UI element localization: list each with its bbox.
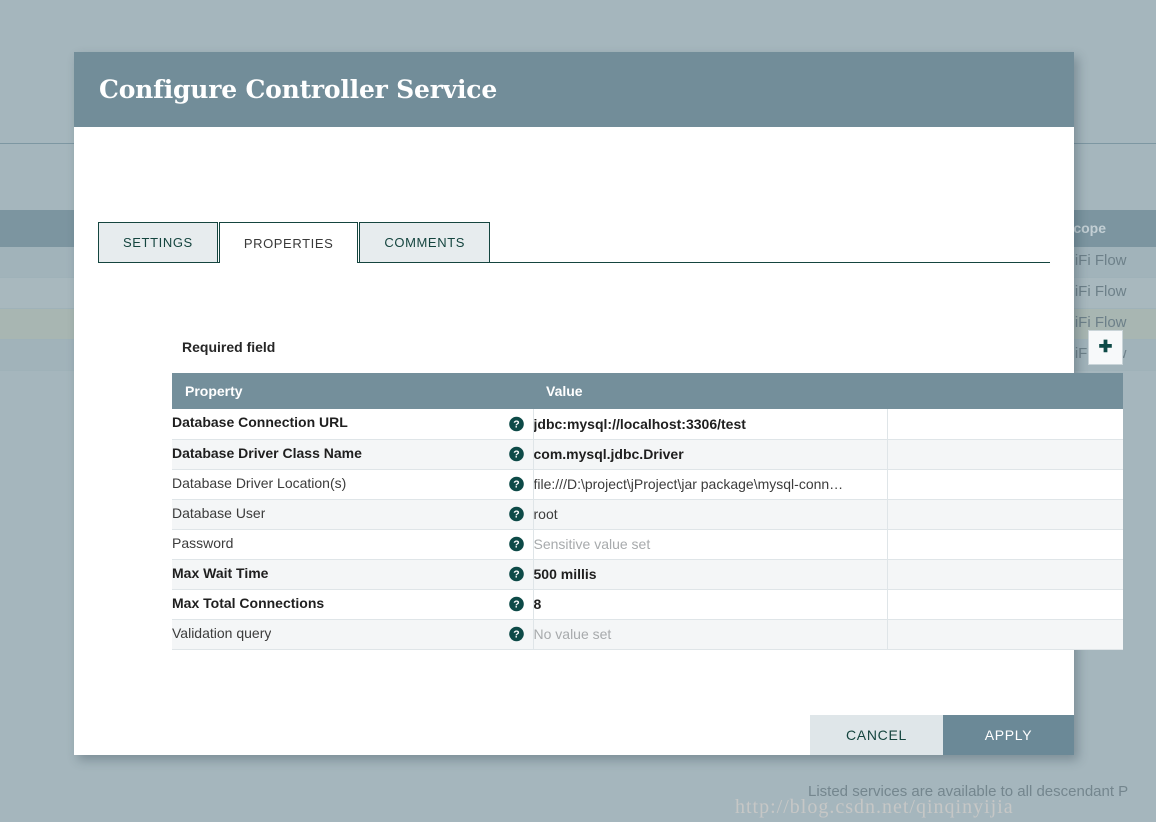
property-name: Database Connection URL [172,414,348,431]
tab-properties-label: PROPERTIES [243,235,334,251]
tab-settings-label: SETTINGS [123,235,193,250]
column-header-property: Property [172,373,533,409]
add-property-button[interactable] [1088,330,1123,365]
tab-settings[interactable]: SETTINGS [98,222,218,262]
watermark-text: http://blog.csdn.net/qinqinyijia [735,796,1014,818]
table-row[interactable]: Database User ? root [172,499,1123,530]
svg-text:?: ? [513,509,519,521]
property-name-cell[interactable]: Database Driver Location(s) ? [172,469,534,500]
table-row[interactable]: Max Total Connections ? 8 [172,589,1123,620]
table-row[interactable]: Password ? Sensitive value set [172,529,1123,560]
property-actions-cell[interactable] [887,499,1123,530]
dialog-body: SETTINGS PROPERTIES COMMENTS Required fi… [74,127,1123,755]
property-actions-cell[interactable] [887,409,1123,440]
svg-text:?: ? [513,418,519,430]
apply-button[interactable]: APPLY [943,715,1074,755]
property-actions-cell[interactable] [887,589,1123,620]
svg-text:?: ? [513,599,519,611]
property-value-cell[interactable]: jdbc:mysql://localhost:3306/test [533,409,888,440]
property-value-cell[interactable]: com.mysql.jdbc.Driver [533,439,888,470]
help-icon[interactable]: ? [508,536,524,552]
property-name-cell[interactable]: Database User ? [172,499,534,530]
properties-table: Property Value Database Connection URL ? [172,373,1123,650]
help-icon[interactable]: ? [508,626,524,642]
property-name-cell[interactable]: Max Wait Time ? [172,559,534,590]
table-row[interactable]: Validation query ? No value set [172,619,1123,650]
plus-icon [1096,338,1115,357]
properties-table-header: Property Value [172,373,1123,409]
cancel-button-label: CANCEL [846,727,907,743]
tab-comments-label: COMMENTS [384,235,466,250]
dialog-footer: CANCEL APPLY [74,715,1074,755]
dialog-title: Configure Controller Service [99,75,498,104]
property-value-cell[interactable]: No value set [533,619,888,650]
help-icon[interactable]: ? [508,566,524,582]
column-header-value: Value [533,373,887,409]
property-name-cell[interactable]: Max Total Connections ? [172,589,534,620]
property-name-cell[interactable]: Password ? [172,529,534,560]
cancel-button[interactable]: CANCEL [810,715,943,755]
property-value-cell[interactable]: file:///D:\project\jProject\jar package\… [533,469,888,500]
svg-text:?: ? [513,629,519,641]
property-name: Password [172,534,234,551]
svg-text:?: ? [513,479,519,491]
property-name: Database Driver Class Name [172,444,362,461]
property-actions-cell[interactable] [887,559,1123,590]
property-name: Validation query [172,624,272,641]
required-field-label: Required field [182,339,276,355]
svg-text:?: ? [513,539,519,551]
dialog-header: Configure Controller Service [74,52,1074,127]
help-icon[interactable]: ? [508,596,524,612]
property-name-cell[interactable]: Database Driver Class Name ? [172,439,534,470]
property-name: Database User [172,504,266,521]
svg-text:?: ? [513,449,519,461]
property-value-cell[interactable]: 500 millis [533,559,888,590]
table-row[interactable]: Database Driver Location(s) ? file:///D:… [172,469,1123,500]
property-name: Max Wait Time [172,564,269,581]
property-actions-cell[interactable] [887,469,1123,500]
property-name: Database Driver Location(s) [172,474,347,491]
properties-table-body: Database Connection URL ? jdbc:mysql://l… [172,409,1123,650]
dialog-tabs: SETTINGS PROPERTIES COMMENTS [98,222,1050,263]
property-actions-cell[interactable] [887,439,1123,470]
property-value-cell[interactable]: 8 [533,589,888,620]
table-row[interactable]: Database Driver Class Name ? com.mysql.j… [172,439,1123,470]
svg-text:?: ? [513,569,519,581]
table-row[interactable]: Max Wait Time ? 500 millis [172,559,1123,590]
column-header-actions [887,373,1123,409]
configure-controller-service-dialog: Configure Controller Service SETTINGS PR… [74,52,1123,755]
property-actions-cell[interactable] [887,529,1123,560]
properties-header-row: Property Value [172,373,1123,409]
help-icon[interactable]: ? [508,476,524,492]
property-value-cell[interactable]: root [533,499,888,530]
tab-comments[interactable]: COMMENTS [359,222,491,262]
property-name-cell[interactable]: Validation query ? [172,619,534,650]
apply-button-label: APPLY [984,727,1033,743]
tab-properties[interactable]: PROPERTIES [218,222,359,263]
help-icon[interactable]: ? [508,416,524,432]
help-icon[interactable]: ? [508,506,524,522]
property-value-cell[interactable]: Sensitive value set [533,529,888,560]
help-icon[interactable]: ? [508,446,524,462]
table-row[interactable]: Database Connection URL ? jdbc:mysql://l… [172,409,1123,440]
property-actions-cell[interactable] [887,619,1123,650]
property-name: Max Total Connections [172,594,325,611]
property-name-cell[interactable]: Database Connection URL ? [172,409,534,440]
